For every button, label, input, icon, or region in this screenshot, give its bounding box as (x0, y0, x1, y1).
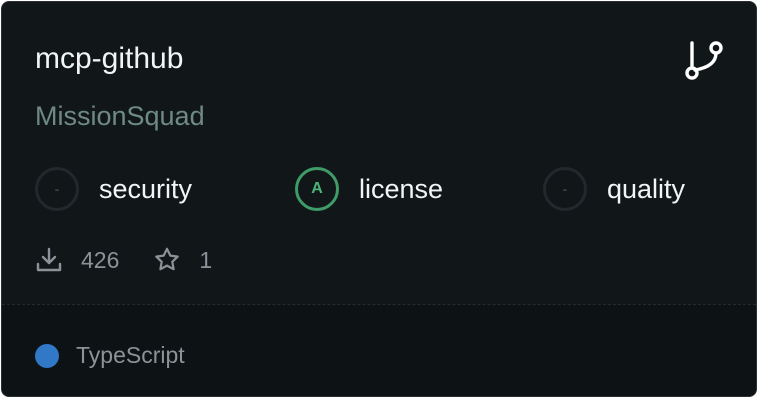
license-score[interactable]: A license (295, 165, 443, 213)
star-icon[interactable] (153, 246, 181, 274)
language-name: TypeScript (76, 342, 185, 368)
security-grade-badge: - (35, 167, 79, 211)
git-branch-icon (685, 41, 723, 80)
repo-card[interactable]: mcp-github MissionSquad - security A lic… (1, 1, 757, 397)
repo-name[interactable]: mcp-github (35, 41, 183, 77)
security-label: security (99, 173, 193, 204)
security-score[interactable]: - security (35, 165, 192, 213)
repo-owner[interactable]: MissionSquad (35, 100, 205, 132)
language-color-dot (35, 344, 59, 368)
repo-stats: 426 1 (35, 242, 212, 278)
license-grade-badge: A (295, 167, 339, 211)
card-footer: TypeScript (2, 304, 756, 396)
license-label: license (359, 173, 444, 204)
download-count: 426 (81, 246, 120, 273)
quality-label: quality (607, 173, 686, 204)
quality-grade-badge: - (543, 167, 587, 211)
download-icon (36, 247, 62, 272)
star-count: 1 (199, 246, 213, 273)
quality-score[interactable]: - quality (543, 165, 685, 213)
